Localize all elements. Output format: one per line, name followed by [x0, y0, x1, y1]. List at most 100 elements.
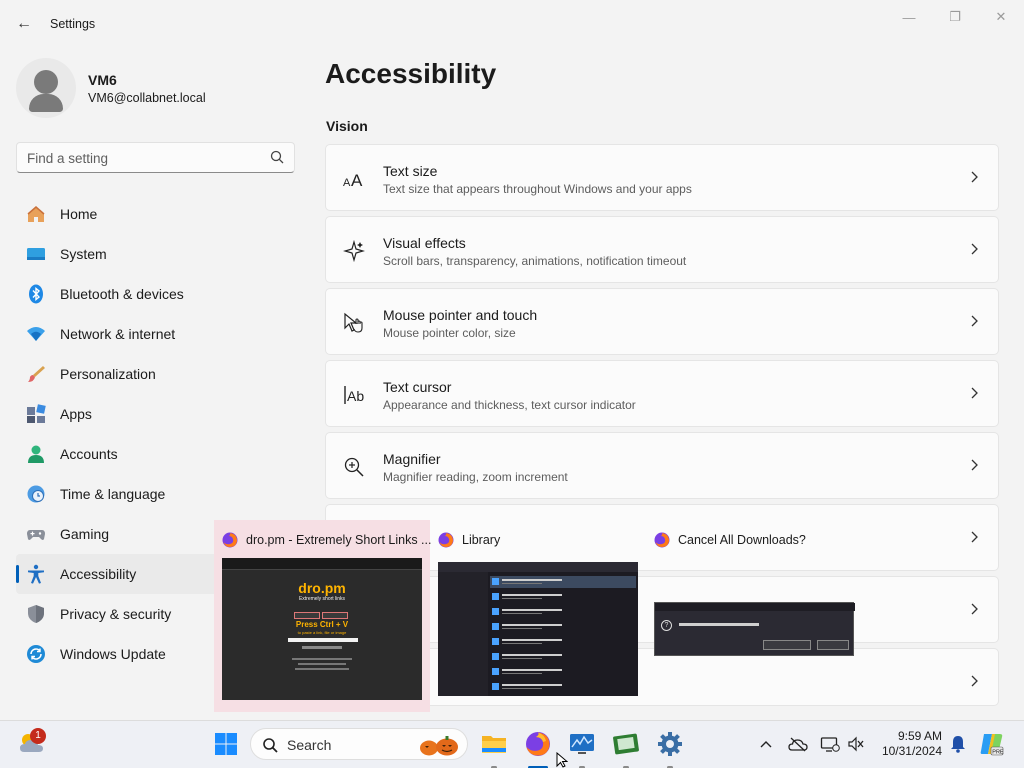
- chevron-right-icon: [971, 171, 978, 183]
- sidebar-item-personalization[interactable]: Personalization: [16, 354, 296, 394]
- sidebar-item-label: Accessibility: [60, 566, 137, 582]
- terminal-icon: [613, 733, 639, 755]
- start-button[interactable]: [212, 730, 240, 758]
- resource-monitor-icon: [570, 734, 594, 754]
- system-icon: [27, 248, 45, 260]
- app-title: Settings: [50, 17, 96, 31]
- tray-onedrive[interactable]: [784, 730, 812, 758]
- sidebar-item-label: Bluetooth & devices: [60, 286, 184, 302]
- chevron-right-icon: [971, 387, 978, 399]
- preview-logo-text: dro.pm: [298, 580, 346, 596]
- avatar: [16, 58, 76, 118]
- firefox-icon: [654, 532, 670, 548]
- setting-card-visual-effects[interactable]: Visual effects Scroll bars, transparency…: [325, 216, 999, 283]
- chevron-right-icon: [971, 603, 978, 615]
- home-icon: [27, 206, 45, 222]
- question-icon: ?: [661, 620, 672, 631]
- setting-title: Text cursor: [383, 379, 452, 395]
- library-preview-image: [438, 562, 638, 696]
- search-icon: [263, 738, 278, 753]
- setting-card-text-size[interactable]: AA Text size Text size that appears thro…: [325, 144, 999, 211]
- svg-text:A: A: [351, 171, 363, 190]
- sidebar-item-time-language[interactable]: Time & language: [16, 474, 296, 514]
- sidebar-item-label: Time & language: [60, 486, 166, 502]
- clock-date: 10/31/2024: [881, 744, 942, 758]
- taskbar-settings[interactable]: [656, 730, 684, 768]
- chevron-right-icon: [971, 243, 978, 255]
- taskbar-thumbnail-previews: dro.pm - Extremely Short Links ... dro.p…: [214, 520, 864, 712]
- copilot-icon: PRE: [980, 734, 1004, 756]
- clock-globe-icon: [27, 485, 45, 503]
- taskbar: [0, 720, 1024, 768]
- sidebar-item-apps[interactable]: Apps: [16, 394, 296, 434]
- taskbar-search-box[interactable]: Search: [250, 728, 468, 760]
- tray-notifications[interactable]: [944, 730, 972, 758]
- user-name: VM6: [88, 72, 117, 88]
- setting-card-mouse-pointer[interactable]: Mouse pointer and touch Mouse pointer co…: [325, 288, 999, 355]
- back-arrow-icon: ←: [16, 15, 32, 32]
- network-icon: [27, 327, 45, 341]
- back-button[interactable]: ←: [12, 12, 36, 36]
- firefox-icon: [222, 532, 238, 548]
- setting-card-text-cursor[interactable]: Ab Text cursor Appearance and thickness,…: [325, 360, 999, 427]
- show-hidden-icons-button[interactable]: [752, 730, 780, 758]
- sidebar-item-home[interactable]: Home: [16, 194, 296, 234]
- setting-subtitle: Mouse pointer color, size: [383, 326, 516, 340]
- user-profile[interactable]: VM6 VM6@collabnet.local: [16, 58, 296, 118]
- accounts-icon: [28, 445, 44, 463]
- accessibility-icon: [28, 564, 44, 584]
- title-bar: ← Settings — ❐ ✕: [0, 0, 1024, 48]
- page-title: Accessibility: [325, 58, 497, 89]
- visual-effects-icon: [343, 240, 365, 262]
- setting-subtitle: Appearance and thickness, text cursor in…: [383, 398, 636, 412]
- taskbar-clock[interactable]: 9:59 AM 10/31/2024: [872, 729, 942, 759]
- user-email: VM6@collabnet.local: [88, 91, 206, 105]
- svg-text:PRE: PRE: [992, 749, 1004, 755]
- sidebar-item-network[interactable]: Network & internet: [16, 314, 296, 354]
- text-cursor-icon: Ab: [344, 386, 364, 404]
- taskbar-app-console[interactable]: [612, 730, 640, 768]
- setting-title: Magnifier: [383, 451, 441, 467]
- setting-card-magnifier[interactable]: Magnifier Magnifier reading, zoom increm…: [325, 432, 999, 499]
- minimize-button[interactable]: —: [886, 4, 932, 30]
- preview-press-text: Press Ctrl + V: [295, 620, 349, 629]
- minimize-icon: —: [902, 9, 916, 25]
- thumbnail-title: Cancel All Downloads?: [678, 533, 806, 547]
- setting-title: Mouse pointer and touch: [383, 307, 538, 323]
- sidebar-item-system[interactable]: System: [16, 234, 296, 274]
- cloud-offline-icon: [788, 737, 808, 752]
- sidebar-item-label: Personalization: [60, 366, 156, 382]
- tray-network[interactable]: [816, 730, 844, 758]
- chevron-right-icon: [971, 315, 978, 327]
- dro-pm-preview-image: dro.pm Extremely short links Press Ctrl …: [222, 558, 422, 700]
- tray-volume[interactable]: [842, 730, 870, 758]
- settings-search-input[interactable]: Find a setting: [16, 142, 295, 173]
- sidebar-item-label: System: [60, 246, 107, 262]
- text-size-icon: AA: [343, 171, 363, 190]
- windows-logo-icon: [215, 733, 237, 755]
- gamepad-icon: [27, 530, 45, 540]
- setting-subtitle: Scroll bars, transparency, animations, n…: [383, 254, 687, 268]
- sidebar-item-accounts[interactable]: Accounts: [16, 434, 296, 474]
- taskbar-app-monitor[interactable]: [568, 730, 596, 768]
- chevron-right-icon: [971, 675, 978, 687]
- sidebar-item-label: Accounts: [60, 446, 118, 462]
- setting-subtitle: Magnifier reading, zoom increment: [383, 470, 568, 484]
- maximize-button[interactable]: ❐: [932, 4, 978, 30]
- taskbar-firefox[interactable]: [524, 730, 552, 768]
- search-placeholder: Find a setting: [27, 151, 109, 166]
- taskbar-file-explorer[interactable]: [480, 730, 508, 768]
- shield-icon: [28, 605, 44, 623]
- magnifier-icon: [344, 457, 364, 477]
- firefox-icon: [526, 732, 550, 756]
- sidebar-item-label: Apps: [60, 406, 92, 422]
- weather-notification-badge: 1: [30, 728, 46, 744]
- selected-indicator: [16, 565, 19, 583]
- close-button[interactable]: ✕: [978, 4, 1024, 30]
- sidebar-item-bluetooth[interactable]: Bluetooth & devices: [16, 274, 296, 314]
- thumbnail-dro-pm[interactable]: dro.pm - Extremely Short Links ... dro.p…: [214, 520, 431, 712]
- tray-copilot[interactable]: PRE: [978, 730, 1006, 758]
- chevron-up-icon: [760, 741, 772, 748]
- preview-tagline: Extremely short links: [298, 596, 346, 602]
- setting-title: Visual effects: [383, 235, 466, 251]
